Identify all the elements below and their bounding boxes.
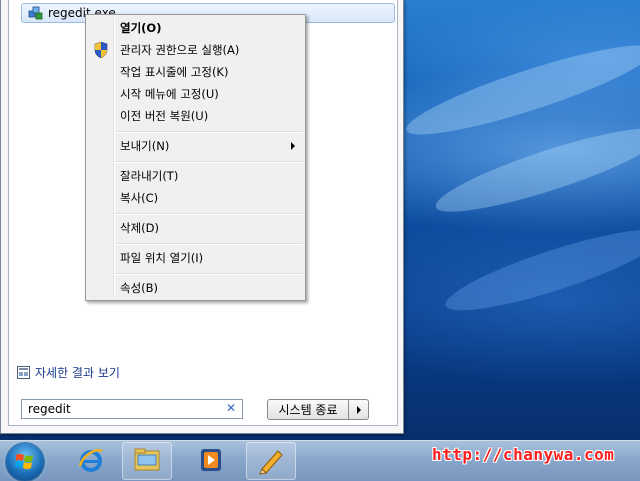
search-input[interactable] [28,402,218,416]
uac-shield-icon [94,41,108,59]
menu-item-label: 파일 위치 열기(I) [120,251,204,265]
see-more-results-icon [17,366,30,379]
chevron-right-icon [356,403,362,417]
pencil-icon [256,445,286,478]
shutdown-control: 시스템 종료 [267,399,369,420]
menu-item-label: 시작 메뉴에 고정(U) [120,87,219,101]
menu-item-label: 이전 버전 복원(U) [120,109,209,123]
wallpaper-streak [429,113,640,227]
menu-item-pin-taskbar[interactable]: 작업 표시줄에 고정(K) [88,61,303,83]
wallpaper-streak [400,30,640,150]
media-player-icon [197,446,225,477]
menu-item-send-to[interactable]: 보내기(N) [88,135,303,157]
submenu-arrow-icon [291,142,295,150]
watermark: http://chanywa.com [432,445,615,464]
search-box[interactable]: ✕ [21,399,243,419]
taskbar-paint-button[interactable] [246,442,296,480]
menu-item-run-as-admin[interactable]: 관리자 권한으로 실행(A) [88,39,303,61]
taskbar-explorer-button[interactable] [122,442,172,480]
shutdown-label: 시스템 종료 [278,403,338,417]
menu-item-label: 잘라내기(T) [120,169,179,183]
folder-icon [132,447,162,476]
menu-item-label: 작업 표시줄에 고정(K) [120,65,229,79]
menu-item-label: 열기(O) [120,21,162,35]
taskbar-ie-button[interactable] [66,442,116,480]
menu-item-restore-versions[interactable]: 이전 버전 복원(U) [88,105,303,127]
wallpaper-streak [439,215,640,325]
menu-item-open[interactable]: 열기(O) [88,17,303,39]
see-more-results-link[interactable]: 자세한 결과 보기 [17,364,120,381]
menu-item-properties[interactable]: 속성(B) [88,277,303,299]
menu-item-label: 관리자 권한으로 실행(A) [120,43,240,57]
menu-item-label: 속성(B) [120,281,159,295]
menu-separator [115,131,303,133]
context-menu: 열기(O) 관리자 권한으로 실행(A) 작업 표시줄에 고정(K) 시작 메뉴… [85,14,306,301]
windows-logo-icon [15,452,35,475]
menu-separator [115,213,303,215]
menu-item-cut[interactable]: 잘라내기(T) [88,165,303,187]
menu-item-label: 삭제(D) [120,221,159,235]
menu-separator [115,273,303,275]
shutdown-button[interactable]: 시스템 종료 [267,399,349,420]
menu-separator [115,161,303,163]
menu-item-open-file-location[interactable]: 파일 위치 열기(I) [88,247,303,269]
shutdown-options-button[interactable] [349,399,369,420]
taskbar-media-player-button[interactable] [186,442,236,480]
menu-separator [115,243,303,245]
menu-item-label: 보내기(N) [120,139,170,153]
clear-search-icon[interactable]: ✕ [226,401,236,415]
ie-icon [77,446,105,477]
see-more-results-label: 자세한 결과 보기 [35,366,120,380]
registry-editor-icon [28,5,44,21]
menu-item-delete[interactable]: 삭제(D) [88,217,303,239]
start-button[interactable] [6,443,44,481]
menu-item-label: 복사(C) [120,191,159,205]
menu-item-pin-start[interactable]: 시작 메뉴에 고정(U) [88,83,303,105]
menu-item-copy[interactable]: 복사(C) [88,187,303,209]
